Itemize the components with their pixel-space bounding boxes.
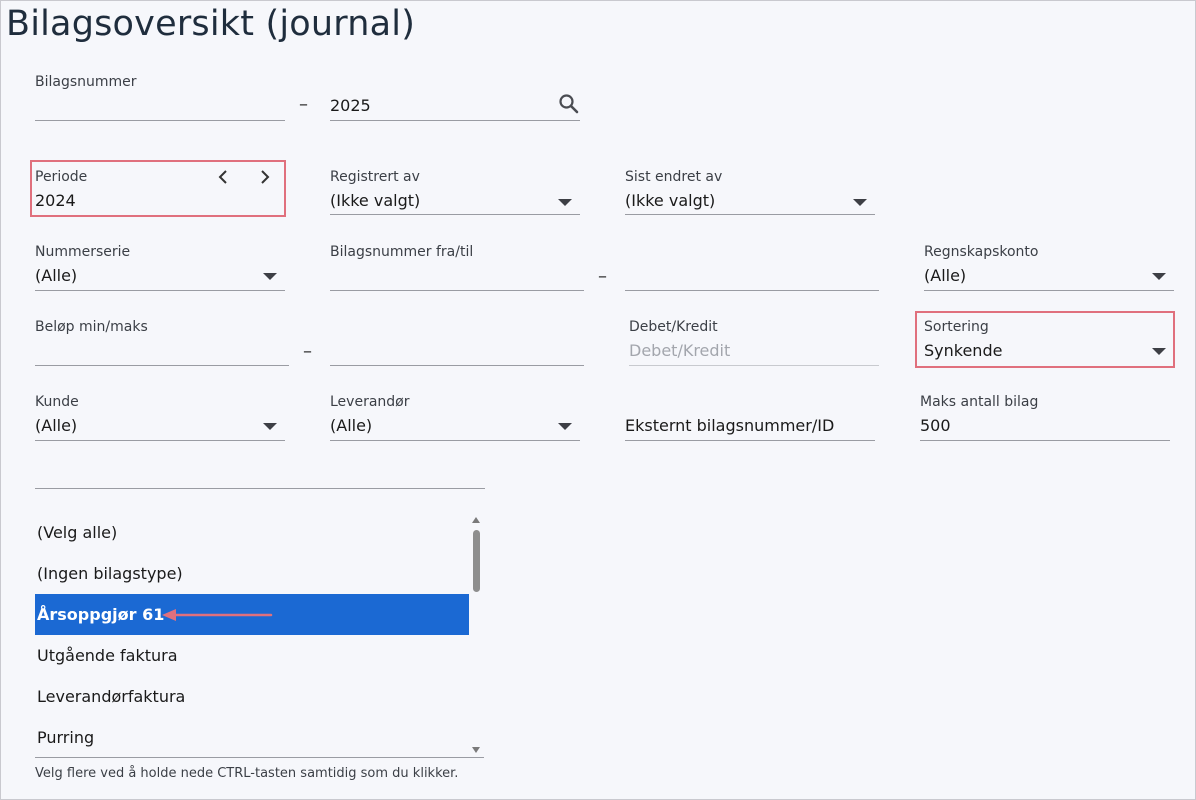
kunde-value: (Alle) [35,416,78,435]
list-item[interactable]: Utgående faktura [35,635,469,676]
underline [330,440,580,441]
eksternt-placeholder: Eksternt bilagsnummer/ID [625,416,835,435]
underline [330,290,584,291]
leverandor-select[interactable]: Leverandør (Alle) [330,394,580,442]
underline [920,440,1170,441]
belop-min-field[interactable]: Beløp min/maks [35,319,289,367]
underline [35,757,484,758]
regnskapskonto-value: (Alle) [924,266,967,285]
registrert-av-value: (Ikke valgt) [330,191,421,210]
maks-antall-label: Maks antall bilag [920,394,1039,410]
nummerserie-select[interactable]: Nummerserie (Alle) [35,244,285,292]
range-dash: – [598,266,607,287]
underline [625,290,879,291]
annotation-arrow-icon [162,609,273,621]
range-dash: – [299,94,308,115]
leverandor-value: (Alle) [330,416,373,435]
bilagsnummer-til-field[interactable] [625,244,879,292]
chevron-down-icon [1152,273,1166,280]
scroll-down-icon[interactable] [472,747,480,753]
chevron-right-icon[interactable] [258,169,272,185]
eksternt-bilagsnummer-field[interactable]: Eksternt bilagsnummer/ID [625,394,875,442]
underline [35,488,485,489]
bilagsnummer-from-field[interactable]: Bilagsnummer [35,74,285,122]
debet-kredit-label: Debet/Kredit [629,319,718,335]
chevron-down-icon [558,199,572,206]
underline [625,440,875,441]
underline [629,365,879,366]
bilagstype-list[interactable]: (Velg alle) (Ingen bilagstype) Årsoppgjø… [35,512,484,758]
list-item[interactable]: (Ingen bilagstype) [35,553,469,594]
nummerserie-value: (Alle) [35,266,78,285]
debet-kredit-field[interactable]: Debet/Kredit Debet/Kredit [629,319,879,367]
list-item[interactable]: (Velg alle) [35,512,469,553]
maks-antall-field[interactable]: Maks antall bilag 500 [920,394,1170,442]
underline [924,290,1174,291]
sist-endret-av-value: (Ikke valgt) [625,191,716,210]
sortering-select[interactable]: Sortering Synkende [924,319,1169,365]
scrollbar-thumb[interactable] [473,530,480,592]
sist-endret-av-select[interactable]: Sist endret av (Ikke valgt) [625,169,875,215]
filter-input[interactable] [35,460,485,490]
registrert-av-label: Registrert av [330,169,420,185]
page-title: Bilagsoversikt (journal) [6,4,416,44]
search-icon[interactable] [558,93,580,115]
periode-label: Periode [35,169,88,185]
sist-endret-av-label: Sist endret av [625,169,723,185]
nummerserie-label: Nummerserie [35,244,131,260]
underline [35,440,285,441]
regnskapskonto-label: Regnskapskonto [924,244,1039,260]
chevron-down-icon [263,423,277,430]
list-item[interactable]: Leverandørfaktura [35,676,469,717]
range-dash: – [303,341,312,362]
underline [35,290,285,291]
kunde-select[interactable]: Kunde (Alle) [35,394,285,442]
debet-kredit-placeholder: Debet/Kredit [629,341,731,360]
underline [35,365,289,366]
leverandor-label: Leverandør [330,394,410,410]
maks-antall-value: 500 [920,416,951,435]
underline [330,365,584,366]
chevron-down-icon [263,273,277,280]
selection-hint: Velg flere ved å holde nede CTRL-tasten … [35,766,459,781]
underline [330,120,580,121]
registrert-av-select[interactable]: Registrert av (Ikke valgt) [330,169,580,215]
bilagsnummer-to-field[interactable]: 2025 [330,74,580,122]
sortering-value: Synkende [924,341,1003,360]
periode-field[interactable]: Periode 2024 [35,169,280,215]
kunde-label: Kunde [35,394,79,410]
regnskapskonto-select[interactable]: Regnskapskonto (Alle) [924,244,1174,292]
belop-max-field[interactable] [330,319,584,367]
bilagsnummer-fra-til-label: Bilagsnummer fra/til [330,244,474,260]
chevron-left-icon[interactable] [216,169,230,185]
chevron-down-icon [558,423,572,430]
underline [330,214,580,215]
chevron-down-icon [1152,348,1166,355]
bilagsnummer-fra-field[interactable]: Bilagsnummer fra/til [330,244,584,292]
belop-label: Beløp min/maks [35,319,148,335]
bilagsnummer-to-value: 2025 [330,96,371,115]
sortering-label: Sortering [924,319,989,335]
list-item[interactable]: Purring [35,717,469,758]
underline [35,120,285,121]
underline [625,214,875,215]
periode-value: 2024 [35,191,76,210]
scroll-up-icon[interactable] [472,517,480,523]
chevron-down-icon [853,199,867,206]
bilagsnummer-label: Bilagsnummer [35,74,137,90]
